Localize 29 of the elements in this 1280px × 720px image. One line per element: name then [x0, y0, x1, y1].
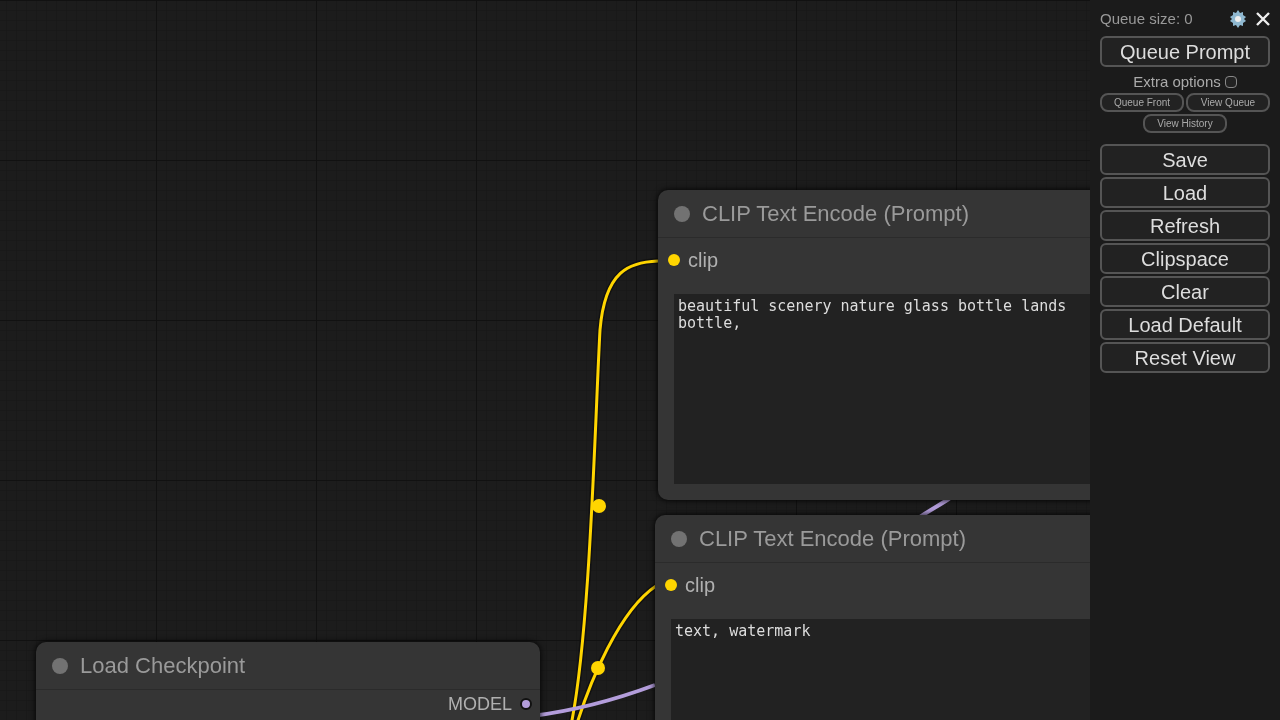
output-label: MODEL [448, 695, 512, 713]
prompt-text-area[interactable]: text, watermark [671, 619, 1090, 720]
prompt-text: text, watermark [675, 623, 812, 640]
queue-prompt-button[interactable]: Queue Prompt [1100, 36, 1270, 67]
node-panel[interactable]: CLIP Text Encode (Prompt) clip beautiful scenery nature glass bottle lands bottle, [658, 190, 1090, 500]
prompt-text-area[interactable]: beautiful scenery nature glass bottle lands bottle, [674, 294, 1090, 484]
prompt-text: beautiful scenery nature glass bottle lands bottle, [678, 298, 1068, 332]
small-button[interactable]: View History [1143, 114, 1227, 133]
extra-options-label: Extra options [1133, 71, 1221, 92]
extra-options-checkbox[interactable] [1224, 76, 1237, 88]
menu-button[interactable]: Load [1100, 177, 1270, 208]
menu-button[interactable]: Refresh [1100, 210, 1270, 241]
node-panel[interactable]: CLIP Text Encode (Prompt) clip text, watermark [655, 515, 1090, 720]
small-button[interactable]: View Queue [1186, 93, 1270, 112]
node-title: CLIP Text Encode (Prompt) [702, 200, 969, 228]
settings-icon[interactable] [1228, 9, 1248, 29]
small-button[interactable]: Queue Front [1100, 93, 1184, 112]
node-panel[interactable]: Load Checkpoint MODEL [36, 642, 540, 720]
input-label: clip [688, 248, 718, 273]
input-label: clip [685, 573, 715, 598]
menu-button[interactable]: Save [1100, 144, 1270, 175]
queue-size-label: Queue size: 0 [1100, 8, 1194, 29]
menu-button[interactable]: Reset View [1100, 342, 1270, 373]
node-title: Load Checkpoint [80, 652, 246, 680]
menu-button[interactable]: Clear [1100, 276, 1270, 307]
menu-button[interactable]: Clipspace [1100, 243, 1270, 274]
close-icon[interactable] [1256, 12, 1270, 26]
node-title: CLIP Text Encode (Prompt) [699, 525, 966, 553]
menu-button[interactable]: Load Default [1100, 309, 1270, 340]
